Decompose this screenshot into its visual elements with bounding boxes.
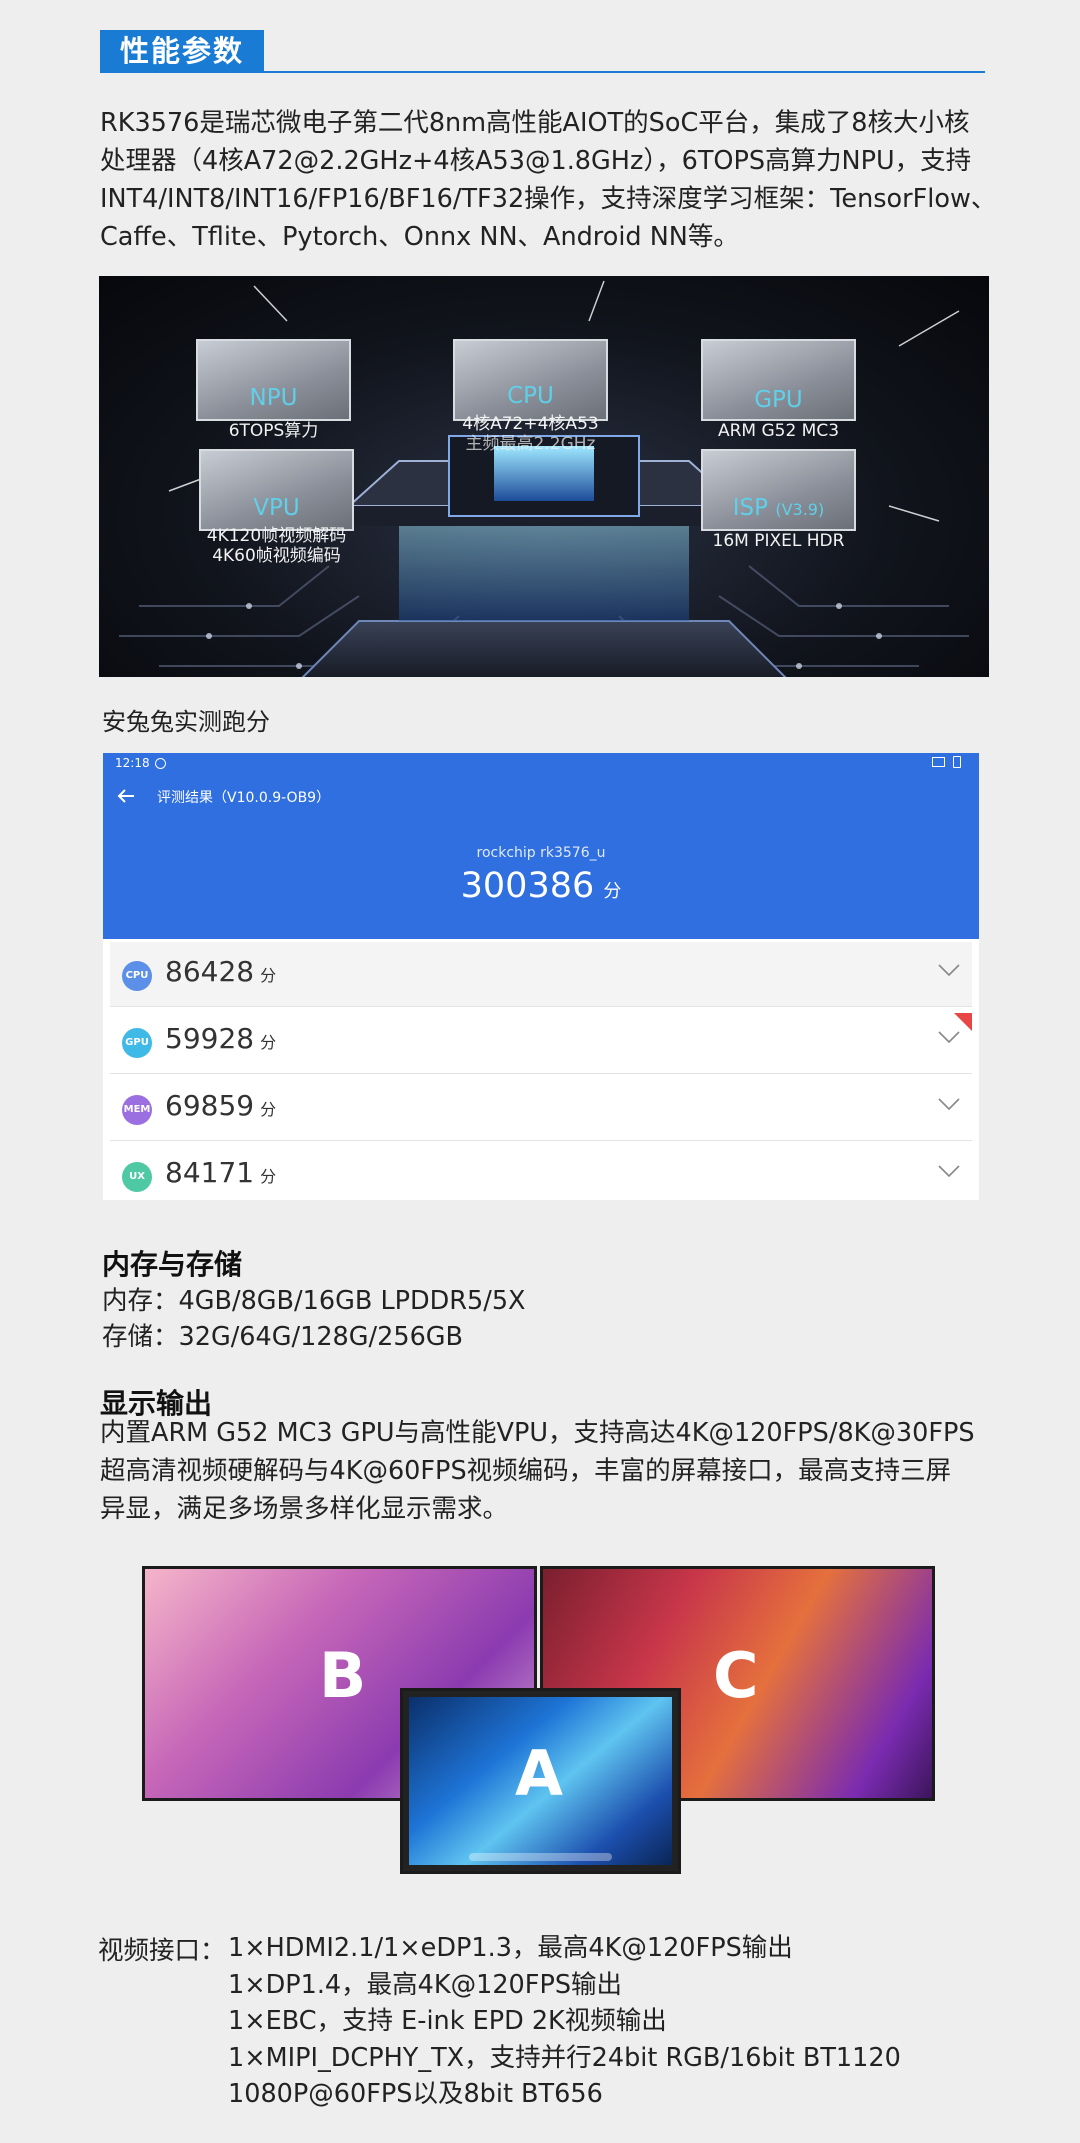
memory-ram: 内存：4GB/8GB/16GB LPDDR5/5X — [102, 1286, 526, 1316]
intro-line: 处理器（4核A72@2.2GHz+4核A53@1.8GHz），6TOPS高算力N… — [100, 146, 972, 176]
device-name: rockchip rk3576_u — [476, 845, 606, 861]
corner-flag-icon — [954, 1013, 972, 1031]
npu-block: NPU — [196, 339, 351, 421]
video-list: 1×HDMI2.1/1×eDP1.3，最高4K@120FPS输出 1×DP1.4… — [228, 1930, 901, 2113]
screen-a: A — [400, 1688, 681, 1874]
video-line: 1×EBC，支持 E-ink EPD 2K视频输出 — [228, 2006, 667, 2036]
cpu-subtitle-2: 主频最高2.2GHz — [465, 434, 596, 454]
video-line: 1×MIPI_DCPHY_TX，支持并行24bit RGB/16bit BT11… — [228, 2042, 901, 2073]
taskbar — [469, 1853, 612, 1861]
intro-paragraph: RK3576是瑞芯微电子第二代8nm高性能AIOT的SoC平台，集成了8核大小核… — [100, 104, 1000, 256]
gpu-score-unit: 分 — [260, 1033, 277, 1052]
score-row-mem[interactable]: MEM 69859 分 — [110, 1076, 972, 1141]
isp-subtitle: 16M PIXEL HDR — [712, 531, 845, 551]
back-arrow-icon[interactable] — [117, 788, 135, 804]
ux-score-value: 84171 — [165, 1156, 255, 1189]
antutu-result-screenshot: 12:18 评测结果（V10.0.9-OB9） rockchip rk3576_… — [103, 753, 979, 1200]
memory-storage: 存储：32G/64G/128G/256GB — [102, 1322, 464, 1352]
cpu-block: CPU — [453, 339, 608, 421]
gpu-score: 59928 分 — [165, 1022, 276, 1055]
section-divider — [100, 71, 985, 73]
memory-heading: 内存与存储 — [102, 1248, 243, 1281]
display-paragraph: 内置ARM G52 MC3 GPU与高性能VPU，支持高达4K@120FPS/8… — [100, 1414, 1000, 1528]
status-time: 12:18 — [115, 756, 150, 770]
cpu-score-value: 86428 — [165, 955, 255, 988]
gpu-score-value: 59928 — [165, 1022, 255, 1055]
vpu-block: VPU — [199, 449, 354, 531]
cpu-score: 86428 分 — [165, 955, 276, 988]
gpu-title: GPU — [754, 387, 803, 413]
isp-title-text: ISP — [732, 495, 769, 521]
npu-subtitle: 6TOPS算力 — [228, 421, 319, 441]
vpu-subtitle-1: 4K120帧视频解码 — [206, 526, 347, 546]
mem-score: 69859 分 — [165, 1089, 276, 1122]
cpu-subtitle-1: 4核A72+4核A53 — [462, 414, 599, 434]
ux-score: 84171 分 — [165, 1156, 276, 1189]
intro-line: RK3576是瑞芯微电子第二代8nm高性能AIOT的SoC平台，集成了8核大小核 — [100, 108, 970, 138]
chevron-down-icon — [938, 1098, 960, 1110]
score-row-gpu[interactable]: GPU 59928 分 — [110, 1009, 972, 1074]
mem-score-unit: 分 — [260, 1100, 277, 1119]
gpu-block: GPU — [701, 339, 856, 421]
gpu-badge-icon: GPU — [122, 1028, 152, 1058]
intro-line: Caffe、Tflite、Pytorch、Onnx NN、Android NN等… — [100, 222, 739, 252]
antutu-header: 12:18 评测结果（V10.0.9-OB9） rockchip rk3576_… — [103, 753, 979, 939]
video-label: 视频接口： — [98, 1936, 226, 1966]
screen-a-label: A — [515, 1737, 563, 1810]
ux-score-unit: 分 — [260, 1167, 277, 1186]
soc-chip-image: NPU 6TOPS算力 CPU 4核A72+4核A53 主频最高2.2GHz G… — [99, 276, 989, 677]
chevron-down-icon — [938, 1165, 960, 1177]
isp-version: (V3.9) — [775, 500, 825, 519]
intro-line: INT4/INT8/INT16/FP16/BF16/TF32操作，支持深度学习框… — [100, 184, 997, 214]
gpu-subtitle: ARM G52 MC3 — [717, 421, 840, 441]
cpu-score-unit: 分 — [260, 966, 277, 985]
display-line: 内置ARM G52 MC3 GPU与高性能VPU，支持高达4K@120FPS/8… — [100, 1418, 975, 1448]
total-score-unit: 分 — [603, 881, 622, 902]
cpu-badge-icon: CPU — [122, 961, 152, 991]
cpu-title: CPU — [507, 383, 554, 409]
antutu-caption: 安兔兔实测跑分 — [102, 708, 270, 736]
screen-a-display: A — [409, 1697, 672, 1865]
total-score-value: 300386 — [460, 866, 595, 906]
ux-badge-icon: UX — [122, 1162, 152, 1192]
vpu-subtitle-2: 4K60帧视频编码 — [212, 546, 341, 566]
score-row-cpu[interactable]: CPU 86428 分 — [110, 942, 972, 1007]
status-battery-icon — [953, 756, 961, 768]
antutu-header-title: 评测结果（V10.0.9-OB9） — [157, 790, 331, 806]
display-line: 超高清视频硬解码与4K@60FPS视频编码，丰富的屏幕接口，最高支持三屏 — [100, 1456, 952, 1486]
screen-b-label: B — [319, 1639, 367, 1712]
video-line: 1×HDMI2.1/1×eDP1.3，最高4K@120FPS输出 — [228, 1933, 793, 1963]
display-line: 异显，满足多场景多样化显示需求。 — [100, 1494, 509, 1524]
isp-block: ISP (V3.9) — [701, 449, 856, 531]
chevron-down-icon — [938, 964, 960, 976]
video-line: 1×DP1.4，最高4K@120FPS输出 — [228, 1969, 623, 2000]
screen-c-label: C — [713, 1639, 759, 1712]
vpu-title: VPU — [253, 495, 300, 521]
score-row-ux[interactable]: UX 84171 分 — [110, 1143, 972, 1200]
video-line: 1080P@60FPS以及8bit BT656 — [228, 2079, 603, 2109]
chevron-down-icon — [938, 1031, 960, 1043]
mem-score-value: 69859 — [165, 1089, 255, 1122]
section-title: 性能参数 — [100, 30, 265, 73]
status-screen-icon — [932, 757, 945, 767]
isp-title: ISP (V3.9) — [703, 495, 854, 521]
status-clock-icon — [155, 758, 166, 769]
total-score: 300386 分 — [103, 866, 979, 906]
npu-title: NPU — [249, 385, 298, 411]
mem-badge-icon: MEM — [122, 1095, 152, 1125]
